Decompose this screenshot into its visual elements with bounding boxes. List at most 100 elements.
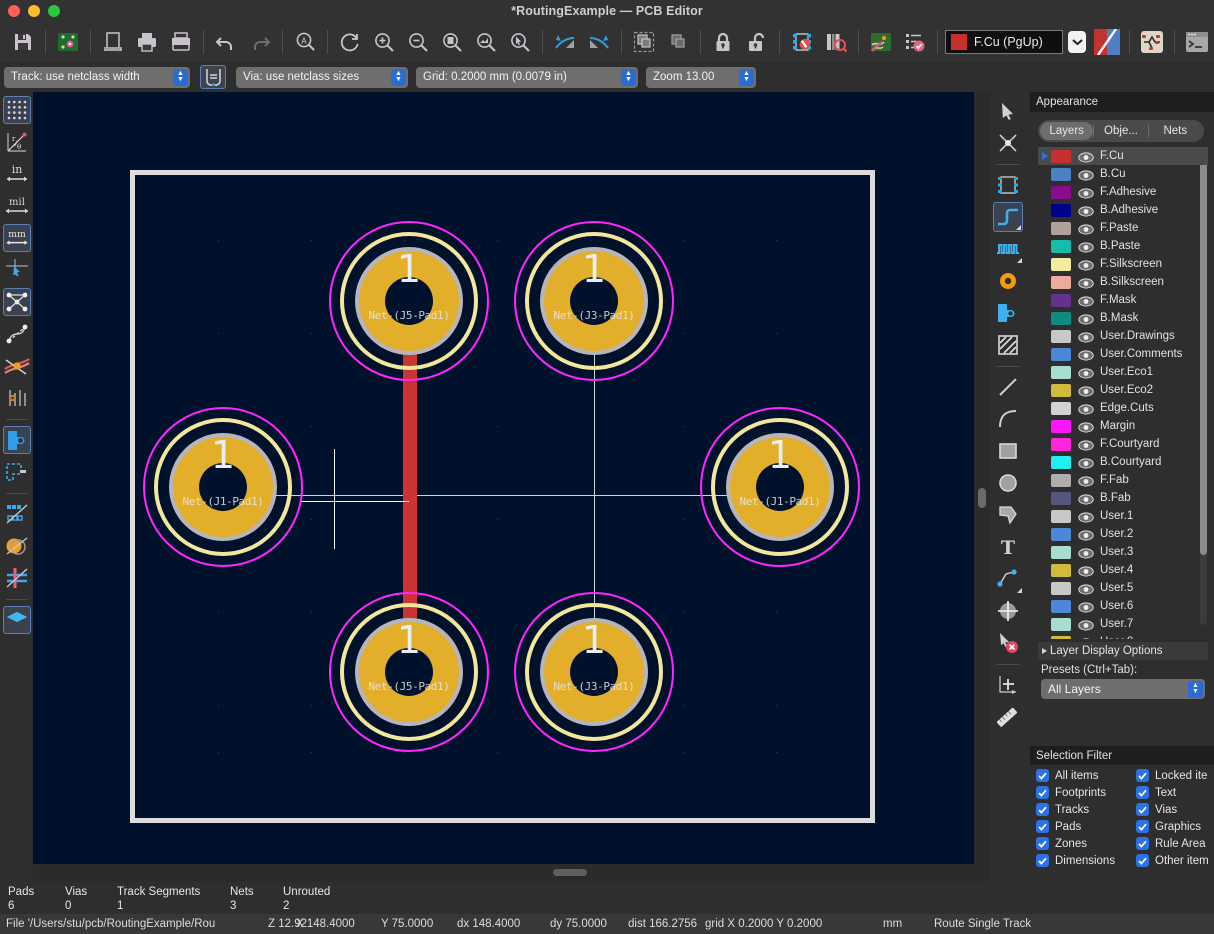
delete-tool[interactable] bbox=[993, 628, 1023, 658]
highlight-net-tool[interactable] bbox=[993, 128, 1023, 158]
layer-row-user-6[interactable]: User.6 bbox=[1038, 597, 1208, 615]
toggle-via-fill[interactable] bbox=[3, 532, 31, 560]
layer-row-user-1[interactable]: User.1 bbox=[1038, 507, 1208, 525]
tool-options-indicator[interactable] bbox=[1017, 588, 1022, 593]
filter-footprints[interactable]: Footprints bbox=[1036, 786, 1136, 799]
layer-row-b-silkscreen[interactable]: B.Silkscreen bbox=[1038, 273, 1208, 291]
layer-color-swatch[interactable] bbox=[1051, 330, 1071, 343]
maximize-button[interactable] bbox=[48, 5, 60, 17]
track-mode-toggle[interactable] bbox=[200, 65, 226, 89]
layer-row-b-adhesive[interactable]: B.Adhesive bbox=[1038, 201, 1208, 219]
print-button[interactable] bbox=[132, 27, 162, 57]
layer-color-swatch[interactable] bbox=[1051, 402, 1071, 415]
layer-selector[interactable]: F.Cu (PgUp) bbox=[945, 30, 1063, 54]
filter-graphics[interactable]: Graphics bbox=[1136, 820, 1214, 833]
eye-icon[interactable] bbox=[1078, 474, 1094, 486]
filter-dimensions[interactable]: Dimensions bbox=[1036, 854, 1136, 867]
tab-layers[interactable]: Layers bbox=[1040, 122, 1093, 140]
layer-color-swatch[interactable] bbox=[1051, 492, 1071, 505]
eye-icon[interactable] bbox=[1078, 510, 1094, 522]
appearance-tabs[interactable]: Layers Obje... Nets bbox=[1038, 120, 1204, 142]
footprint-editor-button[interactable] bbox=[787, 27, 817, 57]
eye-icon[interactable] bbox=[1078, 330, 1094, 342]
stepper-icon[interactable]: ▲▼ bbox=[1188, 681, 1203, 698]
rotate-cw-button[interactable] bbox=[584, 27, 614, 57]
checkbox[interactable] bbox=[1136, 837, 1149, 850]
layer-color-swatch[interactable] bbox=[1051, 150, 1071, 163]
toggle-ratsnest-layers[interactable] bbox=[3, 384, 31, 412]
draw-polygon-tool[interactable] bbox=[993, 500, 1023, 530]
presets-select[interactable]: All Layers ▲▼ bbox=[1041, 679, 1205, 699]
eye-icon[interactable] bbox=[1078, 528, 1094, 540]
eye-icon[interactable] bbox=[1078, 168, 1094, 180]
rotate-ccw-button[interactable] bbox=[550, 27, 580, 57]
tune-length-tool[interactable] bbox=[993, 234, 1023, 264]
add-text-tool[interactable]: T bbox=[993, 532, 1023, 562]
toggle-ratsnest[interactable] bbox=[3, 288, 31, 316]
layer-row-edge-cuts[interactable]: Edge.Cuts bbox=[1038, 399, 1208, 417]
layer-row-user-eco1[interactable]: User.Eco1 bbox=[1038, 363, 1208, 381]
layer-row-f-adhesive[interactable]: F.Adhesive bbox=[1038, 183, 1208, 201]
zoom-out-button[interactable] bbox=[403, 27, 433, 57]
layer-row-f-fab[interactable]: F.Fab bbox=[1038, 471, 1208, 489]
toggle-polar-coords[interactable]: rθ bbox=[3, 128, 31, 156]
eye-icon[interactable] bbox=[1078, 258, 1094, 270]
checkbox[interactable] bbox=[1136, 769, 1149, 782]
find-button[interactable]: A bbox=[290, 27, 320, 57]
layer-row-user-3[interactable]: User.3 bbox=[1038, 543, 1208, 561]
stepper-icon[interactable]: ▲▼ bbox=[621, 69, 636, 86]
unlock-button[interactable] bbox=[742, 27, 772, 57]
selection-filter-list[interactable]: All itemsLocked iteFootprintsTextTracksV… bbox=[1036, 769, 1214, 867]
filter-all-items[interactable]: All items bbox=[1036, 769, 1136, 782]
layer-row-f-silkscreen[interactable]: F.Silkscreen bbox=[1038, 255, 1208, 273]
stepper-icon[interactable]: ▲▼ bbox=[173, 69, 188, 86]
pad-tl[interactable]: 1 Net-(J5-Pad1) bbox=[329, 221, 489, 381]
layer-row-b-paste[interactable]: B.Paste bbox=[1038, 237, 1208, 255]
filter-vias[interactable]: Vias bbox=[1136, 803, 1214, 816]
eye-icon[interactable] bbox=[1078, 276, 1094, 288]
eye-icon[interactable] bbox=[1078, 384, 1094, 396]
units-mils[interactable]: mil bbox=[3, 192, 31, 220]
layer-display-options-toggle[interactable]: Layer Display Options bbox=[1038, 642, 1208, 660]
add-via-tool[interactable] bbox=[993, 266, 1023, 296]
layer-row-b-cu[interactable]: B.Cu bbox=[1038, 165, 1208, 183]
eye-icon[interactable] bbox=[1078, 348, 1094, 360]
eye-icon[interactable] bbox=[1078, 636, 1094, 639]
set-origin-tool[interactable] bbox=[993, 670, 1023, 700]
eye-icon[interactable] bbox=[1078, 402, 1094, 414]
scrollbar-thumb[interactable] bbox=[978, 488, 986, 508]
layer-color-swatch[interactable] bbox=[1051, 366, 1071, 379]
layer-row-user-8[interactable]: User.8 bbox=[1038, 633, 1208, 639]
layer-row-user-drawings[interactable]: User.Drawings bbox=[1038, 327, 1208, 345]
units-millimeters[interactable]: mm bbox=[3, 224, 31, 252]
layer-color-swatch[interactable] bbox=[1051, 600, 1071, 613]
canvas-vertical-scrollbar[interactable] bbox=[974, 92, 990, 864]
layer-color-swatch[interactable] bbox=[1051, 384, 1071, 397]
plot-button[interactable] bbox=[166, 27, 196, 57]
pad-bl[interactable]: 1 Net-(J5-Pad1) bbox=[329, 592, 489, 752]
eye-icon[interactable] bbox=[1078, 492, 1094, 504]
eye-icon[interactable] bbox=[1078, 438, 1094, 450]
footprint-checker-button[interactable] bbox=[821, 27, 851, 57]
page-settings-button[interactable] bbox=[98, 27, 128, 57]
checkbox[interactable] bbox=[1136, 820, 1149, 833]
draw-circle-tool[interactable] bbox=[993, 468, 1023, 498]
layer-color-swatch[interactable] bbox=[1051, 456, 1071, 469]
layer-color-swatch[interactable] bbox=[1051, 564, 1071, 577]
layer-row-f-cu[interactable]: F.Cu bbox=[1038, 147, 1208, 165]
netlist-button[interactable] bbox=[900, 27, 930, 57]
layer-row-user-comments[interactable]: User.Comments bbox=[1038, 345, 1208, 363]
zoom-select[interactable]: Zoom 13.00 ▲▼ bbox=[646, 67, 756, 88]
eye-icon[interactable] bbox=[1078, 456, 1094, 468]
layer-row-margin[interactable]: Margin bbox=[1038, 417, 1208, 435]
filter-pads[interactable]: Pads bbox=[1036, 820, 1136, 833]
layer-row-user-2[interactable]: User.2 bbox=[1038, 525, 1208, 543]
add-dimension-tool[interactable] bbox=[993, 564, 1023, 594]
layer-row-b-courtyard[interactable]: B.Courtyard bbox=[1038, 453, 1208, 471]
filter-rule-area[interactable]: Rule Area bbox=[1136, 837, 1214, 850]
draw-arc-tool[interactable] bbox=[993, 404, 1023, 434]
grid-select[interactable]: Grid: 0.2000 mm (0.0079 in) ▲▼ bbox=[416, 67, 638, 88]
toggle-contrast-mode[interactable] bbox=[3, 606, 31, 634]
layer-color-swatch[interactable] bbox=[1051, 528, 1071, 541]
layer-color-swatch[interactable] bbox=[1051, 222, 1071, 235]
